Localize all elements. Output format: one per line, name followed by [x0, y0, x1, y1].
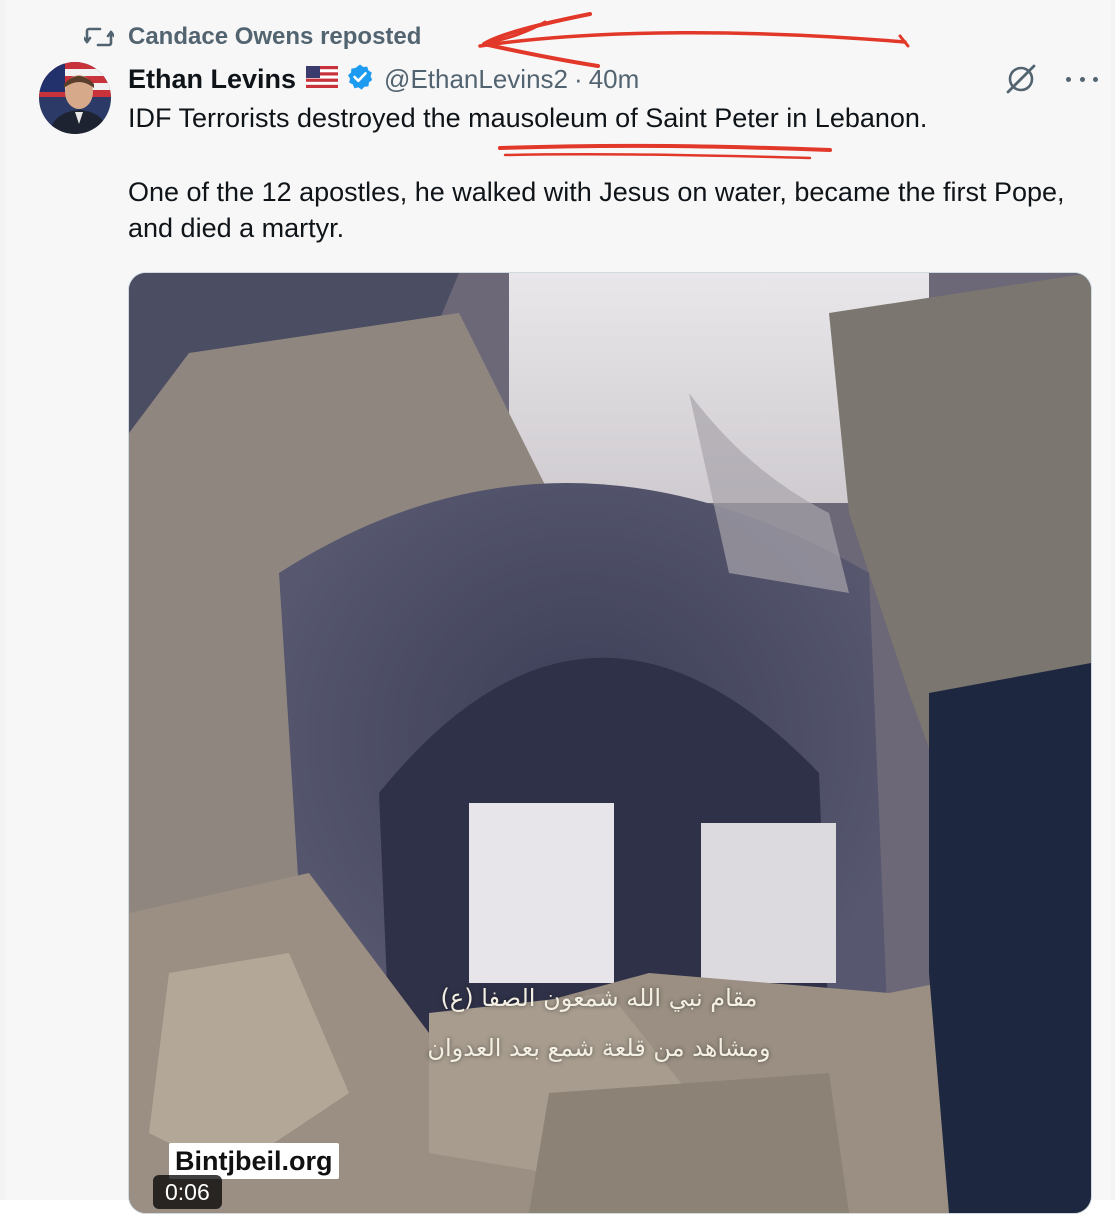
tweet-text: IDF Terrorists destroyed the mausoleum o… [128, 100, 1078, 246]
tweet-line-1: IDF Terrorists destroyed the mausoleum o… [128, 103, 928, 133]
avatar[interactable] [39, 62, 111, 134]
source-watermark: Bintjbeil.org [169, 1143, 339, 1179]
more-dot [1093, 76, 1098, 82]
repost-label[interactable]: Candace Owens reposted [128, 23, 421, 51]
grok-icon[interactable] [1004, 62, 1038, 96]
more-dot [1079, 76, 1085, 82]
video-caption-line-2: ومشاهد من قلعة شمع بعد العدوان [427, 1034, 771, 1062]
repost-indicator[interactable]: Candace Owens reposted [84, 22, 421, 52]
more-options-icon[interactable] [1066, 64, 1098, 94]
video-duration: 0:06 [153, 1175, 222, 1209]
us-flag-icon [306, 65, 339, 93]
tweet-header: Ethan Levins @EthanLevins2 · 40m [128, 60, 639, 98]
screenshot-frame: Candace Owens reposted Ethan Levins @Eth… [0, 0, 1115, 1214]
verified-badge-icon[interactable] [346, 63, 374, 96]
author-name[interactable]: Ethan Levins [128, 64, 296, 95]
video-player[interactable]: مقام نبي الله شمعون الصفا (ع) ومشاهد من … [128, 272, 1092, 1214]
post-time[interactable]: 40m [589, 64, 640, 95]
tweet-line-2: One of the 12 apostles, he walked with J… [128, 177, 1065, 243]
author-handle[interactable]: @EthanLevins2 [384, 64, 568, 95]
more-dot [1066, 76, 1071, 82]
video-caption-line-1: مقام نبي الله شمعون الصفا (ع) [440, 984, 758, 1012]
video-caption: مقام نبي الله شمعون الصفا (ع) ومشاهد من … [369, 973, 829, 1073]
separator-dot: · [574, 63, 583, 94]
tweet-card[interactable]: Candace Owens reposted Ethan Levins @Eth… [6, 0, 1111, 1214]
repost-icon [84, 26, 114, 48]
